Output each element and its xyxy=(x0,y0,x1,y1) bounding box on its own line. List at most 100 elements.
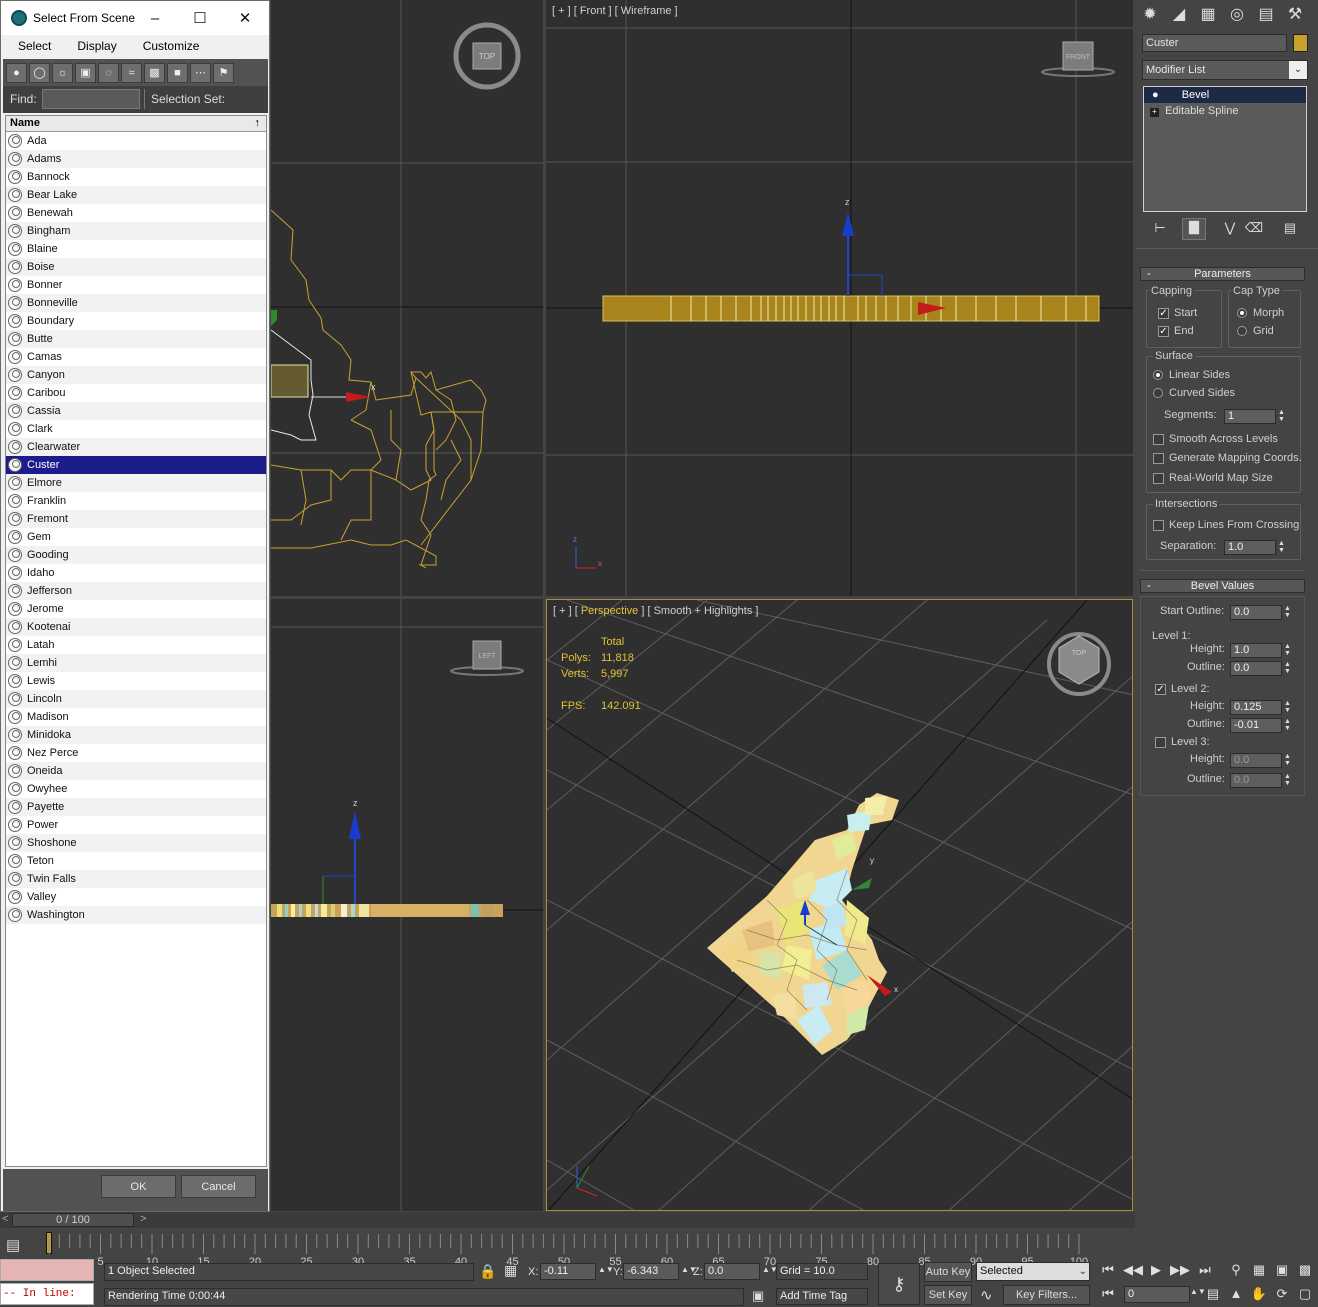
object-color-swatch[interactable] xyxy=(1293,34,1308,52)
list-item[interactable]: Ada xyxy=(6,132,266,150)
list-item[interactable]: Butte xyxy=(6,330,266,348)
front-viewport[interactable]: z FRONT z x [ + ] [ Front ] [ Wireframe … xyxy=(546,0,1133,596)
list-item[interactable]: Payette xyxy=(6,798,266,816)
maxscript-input[interactable]: -- In line: xyxy=(0,1283,94,1305)
prev-frame-icon[interactable]: < xyxy=(2,1213,8,1225)
cap-end-checkbox[interactable]: ✓ xyxy=(1158,326,1169,337)
key-tangent-icon[interactable]: ∿ xyxy=(980,1286,993,1304)
list-item[interactable]: Boundary xyxy=(6,312,266,330)
list-item[interactable]: Clark xyxy=(6,420,266,438)
x-coordinate-field[interactable]: -0.11 xyxy=(540,1263,596,1280)
close-icon[interactable]: ✕ xyxy=(223,1,267,35)
cameras-filter-icon[interactable]: ▣ xyxy=(75,62,96,83)
list-item[interactable]: Boise xyxy=(6,258,266,276)
containers-filter-icon[interactable]: ⚑ xyxy=(213,62,234,83)
display-tab-icon[interactable]: ▤ xyxy=(1254,4,1278,26)
menu-customize[interactable]: Customize xyxy=(126,39,209,53)
utilities-tab-icon[interactable]: ⚒ xyxy=(1283,4,1307,26)
current-frame-field[interactable]: 0 xyxy=(1124,1286,1190,1303)
list-item[interactable]: Franklin xyxy=(6,492,266,510)
selection-set-label[interactable]: Selection Set: xyxy=(151,92,225,106)
front-viewport-label[interactable]: [ + ] [ Front ] [ Wireframe ] xyxy=(552,5,678,17)
level3-height-spinner[interactable]: 0.0 ▲ ▼ xyxy=(1230,753,1292,768)
list-item[interactable]: Bonneville xyxy=(6,294,266,312)
auto-key-button[interactable]: Auto Key xyxy=(924,1262,972,1282)
level2-checkbox[interactable]: ✓ xyxy=(1155,684,1166,695)
list-item[interactable]: Canyon xyxy=(6,366,266,384)
create-tab-icon[interactable]: ✹ xyxy=(1138,4,1162,26)
list-item[interactable]: Lemhi xyxy=(6,654,266,672)
list-item[interactable]: Jerome xyxy=(6,600,266,618)
lock-selection-icon[interactable]: 🔒 xyxy=(479,1263,496,1280)
separation-spinner[interactable]: 1.0 ▲ ▼ xyxy=(1224,540,1286,555)
list-item[interactable]: Elmore xyxy=(6,474,266,492)
linear-sides-radio[interactable] xyxy=(1153,370,1163,380)
list-item[interactable]: Fremont xyxy=(6,510,266,528)
y-coordinate-field[interactable]: -6.343 xyxy=(623,1263,679,1280)
list-item[interactable]: Washington xyxy=(6,906,266,924)
time-slider-thumb[interactable]: 0 / 100 xyxy=(12,1213,134,1227)
dialog-title-bar[interactable]: Select From Scene – ☐ ✕ xyxy=(1,1,269,35)
maximize-viewport-icon[interactable]: ▢ xyxy=(1295,1286,1315,1302)
list-item[interactable]: Idaho xyxy=(6,564,266,582)
time-tag-icon[interactable]: ▣ xyxy=(752,1288,764,1304)
level2-height-spinner[interactable]: 0.125 ▲ ▼ xyxy=(1230,700,1292,715)
motion-tab-icon[interactable]: ◎ xyxy=(1225,4,1249,26)
list-item[interactable]: Kootenai xyxy=(6,618,266,636)
level3-checkbox[interactable] xyxy=(1155,737,1166,748)
cancel-button[interactable]: Cancel xyxy=(181,1175,256,1198)
list-item[interactable]: Cassia xyxy=(6,402,266,420)
stack-item-editable-spline[interactable]: + Editable Spline xyxy=(1144,103,1306,119)
perspective-viewport-label[interactable]: [ + ] [ Perspective ] [ Smooth + Highlig… xyxy=(553,605,758,617)
find-input[interactable] xyxy=(42,89,140,109)
generate-mapping-checkbox[interactable] xyxy=(1153,453,1164,464)
smooth-across-levels-checkbox[interactable] xyxy=(1153,434,1164,445)
maximize-icon[interactable]: ☐ xyxy=(178,1,222,35)
list-item[interactable]: Blaine xyxy=(6,240,266,258)
level3-outline-spinner[interactable]: 0.0 ▲ ▼ xyxy=(1230,773,1292,788)
perspective-viewcube[interactable]: TOP xyxy=(1047,632,1111,696)
modifier-list-dropdown[interactable]: Modifier List ⌄ xyxy=(1142,60,1308,80)
pin-stack-icon[interactable]: ⊢ xyxy=(1148,220,1172,242)
expand-plus-icon[interactable]: + xyxy=(1150,108,1159,117)
add-time-tag[interactable]: Add Time Tag xyxy=(776,1288,868,1305)
spacewarps-filter-icon[interactable]: ≈ xyxy=(121,62,142,83)
zoom-all-icon[interactable]: ▦ xyxy=(1249,1262,1269,1278)
real-world-map-checkbox[interactable] xyxy=(1153,473,1164,484)
list-item[interactable]: Oneida xyxy=(6,762,266,780)
list-item[interactable]: Minidoka xyxy=(6,726,266,744)
grid-radio[interactable] xyxy=(1237,326,1247,336)
start-outline-spinner[interactable]: 0.0 ▲ ▼ xyxy=(1230,605,1292,620)
level1-outline-spinner[interactable]: 0.0 ▲ ▼ xyxy=(1230,661,1292,676)
list-item[interactable]: Twin Falls xyxy=(6,870,266,888)
go-to-start-icon[interactable]: ⏮ xyxy=(1098,1262,1118,1278)
x-spinner-icon[interactable]: ▲▼ xyxy=(598,1265,614,1274)
list-item[interactable]: Gem xyxy=(6,528,266,546)
key-mode-icon[interactable]: ⏮ xyxy=(1098,1286,1118,1302)
groups-filter-icon[interactable]: ▩ xyxy=(144,62,165,83)
next-key-icon[interactable]: ▶▶ xyxy=(1170,1262,1190,1278)
level2-outline-spinner[interactable]: -0.01 ▲ ▼ xyxy=(1230,718,1292,733)
cap-start-checkbox[interactable]: ✓ xyxy=(1158,308,1169,319)
stack-item-bevel[interactable]: ● Bevel xyxy=(1144,87,1306,103)
bones-filter-icon[interactable]: ⋯ xyxy=(190,62,211,83)
menu-display[interactable]: Display xyxy=(60,39,125,53)
list-item[interactable]: Nez Perce xyxy=(6,744,266,762)
play-icon[interactable]: ▶ xyxy=(1146,1262,1166,1278)
maxscript-listener[interactable] xyxy=(0,1259,94,1281)
list-item[interactable]: Clearwater xyxy=(6,438,266,456)
field-of-view-icon[interactable]: ▲ xyxy=(1226,1286,1246,1301)
previous-key-icon[interactable]: ◀◀ xyxy=(1123,1262,1143,1278)
time-slider-track[interactable]: < 0 / 100 > xyxy=(0,1212,1135,1228)
time-configuration-icon[interactable]: ▤ xyxy=(1203,1286,1223,1302)
bevel-values-rollout-header[interactable]: - Bevel Values xyxy=(1140,579,1305,593)
level1-height-spinner[interactable]: 1.0 ▲ ▼ xyxy=(1230,643,1292,658)
minimize-icon[interactable]: – xyxy=(133,1,177,35)
name-column-header[interactable]: Name ↑ xyxy=(6,116,266,132)
list-item[interactable]: Latah xyxy=(6,636,266,654)
key-filters-button[interactable]: Key Filters... xyxy=(1003,1285,1090,1305)
left-viewcube[interactable]: LEFT xyxy=(450,640,524,676)
make-unique-icon[interactable]: ⋁ xyxy=(1218,220,1242,242)
lights-filter-icon[interactable]: ☼ xyxy=(52,62,73,83)
show-end-result-icon[interactable]: ▇ xyxy=(1182,218,1206,240)
